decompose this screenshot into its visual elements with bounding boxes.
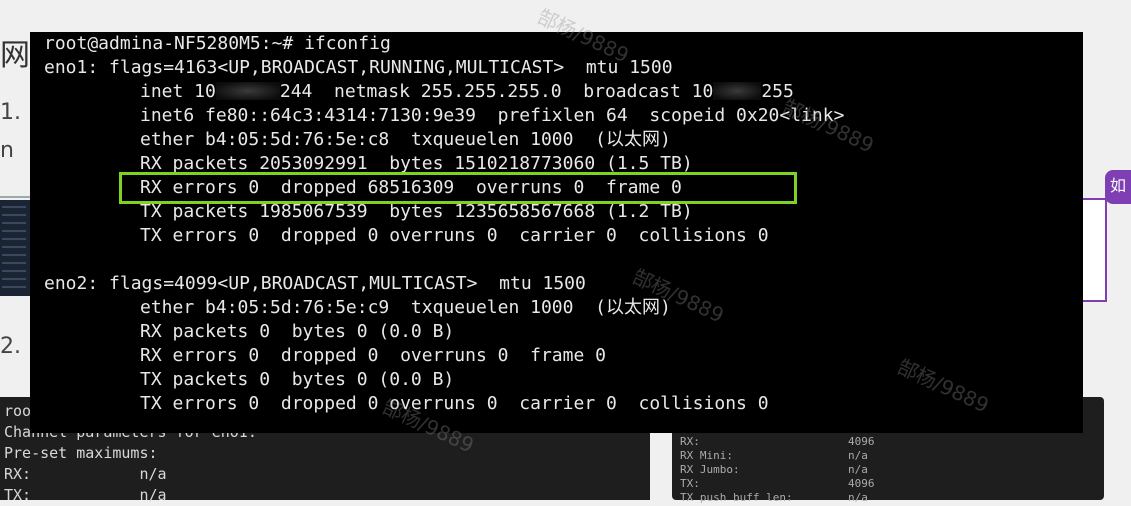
param-key: RX Jumbo: <box>680 463 740 476</box>
background-list-number-2: 2. <box>0 334 21 359</box>
background-list-number-1: 1. <box>0 100 21 125</box>
eno1-ether-line: ether b4:05:5d:76:5e:c8 txqueuelen 1000 … <box>140 129 671 150</box>
param-row: RX Mini: n/a <box>680 449 1104 463</box>
background-divider <box>0 196 30 198</box>
terminal-output[interactable]: root@admina-NF5280M5:~# ifconfig eno1: f… <box>30 32 1083 433</box>
eno2-ether-line: ether b4:05:5d:76:5e:c9 txqueuelen 1000 … <box>140 297 671 318</box>
param-row: TX push buff len: n/a <box>680 491 1104 505</box>
redacted-ip-blur <box>713 82 762 100</box>
background-screenshot-thumbnail <box>0 200 30 296</box>
eno2-flags-line: eno2: flags=4099<UP,BROADCAST,MULTICAST>… <box>44 273 586 294</box>
param-row: RX Jumbo: n/a <box>680 463 1104 477</box>
param-key: RX Mini: <box>680 449 733 462</box>
code-line: Pre-set maximums: <box>4 444 158 462</box>
param-value: n/a <box>848 449 868 462</box>
background-side-tag[interactable]: 如 <box>1105 170 1131 204</box>
command-prompt-line: root@admina-NF5280M5:~# ifconfig <box>44 33 391 54</box>
eno1-tx-errors-line: TX errors 0 dropped 0 overruns 0 carrier… <box>140 225 769 246</box>
eno1-inet-part3: 255 <box>761 81 794 102</box>
param-key: RX: <box>680 435 700 448</box>
eno2-tx-errors-line: TX errors 0 dropped 0 overruns 0 carrier… <box>140 393 769 414</box>
background-list-text-fragment: n <box>0 138 14 163</box>
param-key: TX push buff len: <box>680 491 793 504</box>
param-value: n/a <box>848 491 868 504</box>
eno1-inet6-line: inet6 fe80::64c3:4314:7130:9e39 prefixle… <box>140 105 845 126</box>
param-value: 4096 <box>848 477 875 490</box>
eno1-inet-part1: inet 10 <box>140 81 216 102</box>
background-side-panel <box>1083 198 1107 302</box>
background-heading-fragment: 网 <box>0 38 30 73</box>
redacted-ip-blur <box>215 82 280 100</box>
code-line: TX: n/a <box>4 486 167 504</box>
code-line: RX: n/a <box>4 465 167 483</box>
eno2-rx-errors-line: RX errors 0 dropped 0 overruns 0 frame 0 <box>140 345 606 366</box>
eno1-inet-part2: 244 netmask 255.255.255.0 broadcast 10 <box>279 81 714 102</box>
eno1-flags-line: eno1: flags=4163<UP,BROADCAST,RUNNING,MU… <box>44 57 673 78</box>
eno2-tx-packets-line: TX packets 0 bytes 0 (0.0 B) <box>140 369 455 390</box>
param-value: n/a <box>848 463 868 476</box>
eno1-inet-line: inet 10 244 netmask 255.255.255.0 broadca… <box>44 80 1083 104</box>
param-key: TX: <box>680 477 700 490</box>
param-value: 4096 <box>848 435 875 448</box>
param-row: TX: 4096 <box>680 477 1104 491</box>
eno2-rx-packets-line: RX packets 0 bytes 0 (0.0 B) <box>140 321 455 342</box>
param-row: RX: 4096 <box>680 435 1104 449</box>
rx-errors-highlight-box <box>119 172 797 204</box>
